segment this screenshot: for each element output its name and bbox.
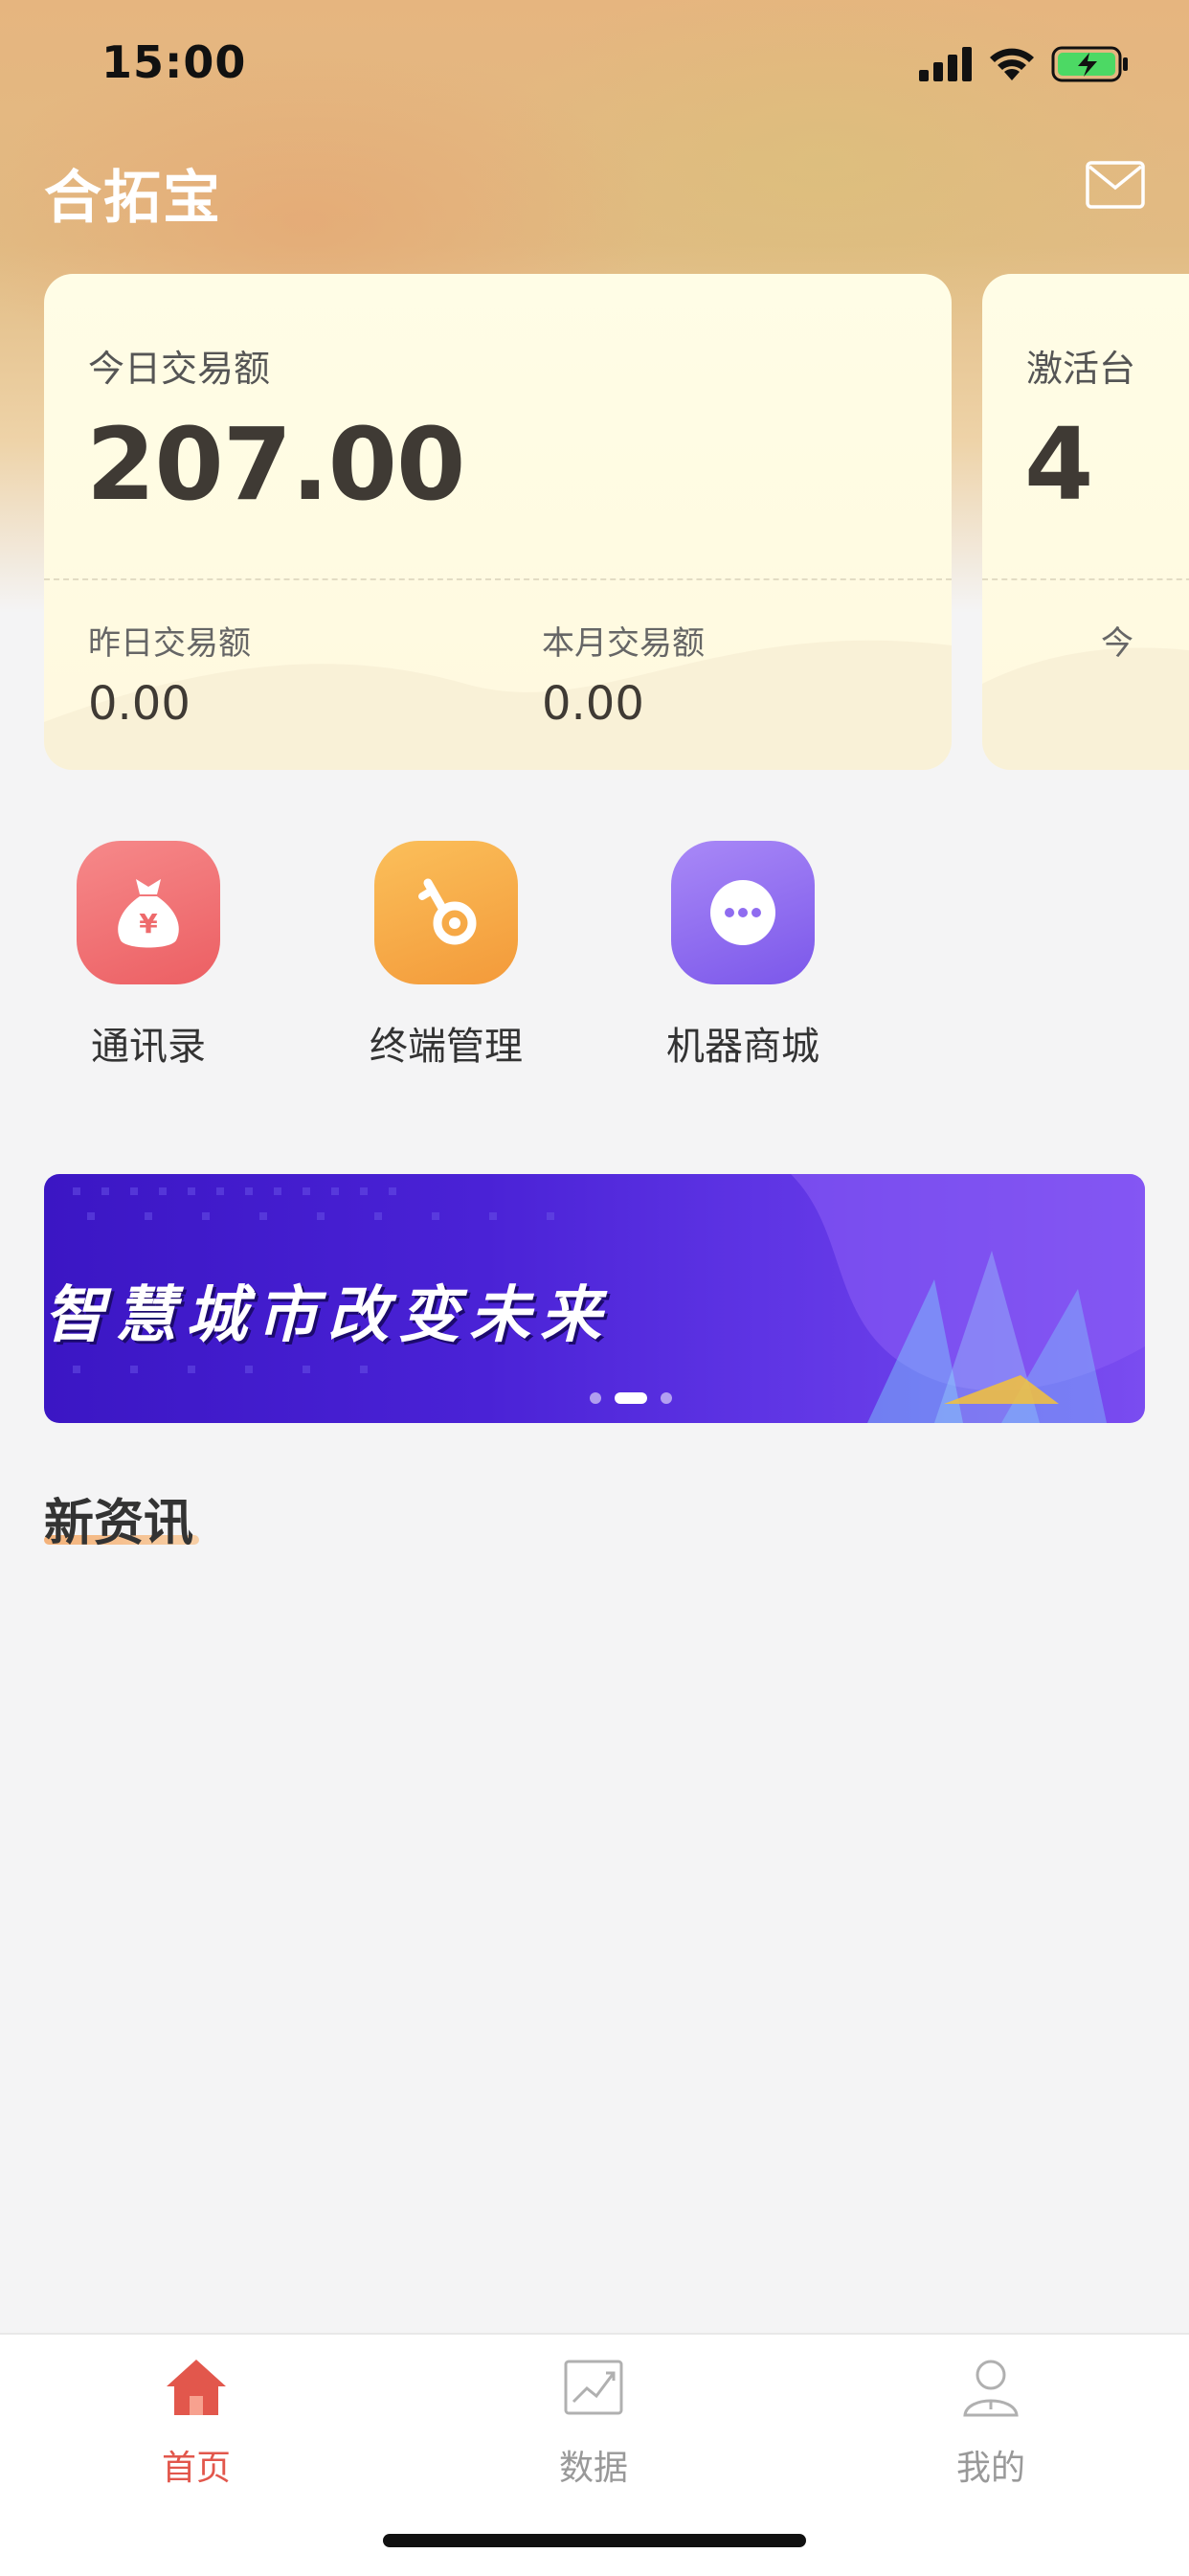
- user-icon: [963, 2360, 1019, 2417]
- card-value: 4: [1024, 406, 1093, 523]
- chart-icon: [564, 2360, 623, 2415]
- home-indicator: [383, 2534, 806, 2547]
- quick-item-label: 终端管理: [370, 1025, 523, 1069]
- card-label: 激活台: [1026, 348, 1136, 390]
- tab-home[interactable]: 首页: [101, 2354, 292, 2490]
- status-time: 15:00: [101, 36, 247, 88]
- svg-text:¥: ¥: [139, 908, 158, 939]
- status-icons: [919, 42, 1130, 86]
- mail-button[interactable]: [1086, 161, 1145, 209]
- pagination-dot[interactable]: [590, 1392, 601, 1404]
- quick-item-label: 通讯录: [91, 1025, 206, 1069]
- card-divider: [44, 578, 952, 580]
- app-title: 合拓宝: [44, 165, 222, 232]
- app-header: 合拓宝: [0, 144, 1189, 239]
- sub-stat-month: 本月交易额 0.00: [542, 617, 705, 731]
- banner-pagination: [590, 1392, 672, 1404]
- tab-label: 首页: [161, 2449, 231, 2488]
- tab-label: 我的: [955, 2449, 1025, 2488]
- battery-icon: [1051, 46, 1128, 82]
- card-wave-decoration: [982, 647, 1189, 770]
- home-icon: [167, 2360, 226, 2415]
- tab-label: 数据: [558, 2449, 628, 2488]
- money-bag-icon: ¥: [77, 841, 220, 984]
- quick-item-store[interactable]: 机器商城: [628, 841, 858, 1071]
- card-divider: [982, 578, 1189, 580]
- quick-menu: ¥ 通讯录 终端管理 机器商城: [0, 841, 1189, 1071]
- sub-stat-value: 0.00: [88, 677, 191, 731]
- mail-icon: [1086, 161, 1145, 209]
- key-icon: [374, 841, 518, 984]
- more-dots-icon: [671, 841, 815, 984]
- stats-carousel[interactable]: 今日交易额 207.00 昨日交易额 0.00 本月交易额 0.00 激活台 4…: [44, 274, 1189, 772]
- sub-stat-label: 本月交易额: [542, 624, 705, 663]
- news-section-title: 新资讯: [44, 1495, 194, 1552]
- pagination-dot-active[interactable]: [615, 1392, 647, 1404]
- banner-text: 智慧城市改变未来: [44, 1280, 611, 1351]
- signal-icon: [919, 47, 972, 81]
- sub-stat-value: 0.00: [542, 677, 644, 731]
- quick-item-label: 机器商城: [666, 1025, 819, 1069]
- promo-banner[interactable]: 智慧城市改变未来: [44, 1174, 1145, 1423]
- tab-profile[interactable]: 我的: [895, 2354, 1087, 2490]
- tab-data[interactable]: 数据: [498, 2354, 689, 2490]
- stat-card-activation[interactable]: 激活台 4 今: [982, 274, 1189, 770]
- pagination-dot[interactable]: [661, 1392, 672, 1404]
- stat-card-today[interactable]: 今日交易额 207.00 昨日交易额 0.00 本月交易额 0.00: [44, 274, 952, 770]
- sub-stat-today: 今: [1101, 617, 1133, 664]
- status-bar: 15:00: [0, 0, 1189, 126]
- wifi-icon: [990, 48, 1034, 80]
- sub-stat-label: 昨日交易额: [88, 624, 251, 663]
- card-value: 207.00: [86, 406, 465, 523]
- quick-item-contacts[interactable]: ¥ 通讯录: [34, 841, 263, 1071]
- sub-stat-yesterday: 昨日交易额 0.00: [88, 617, 251, 731]
- card-label: 今日交易额: [88, 348, 271, 390]
- sub-stat-label: 今: [1101, 624, 1133, 663]
- quick-item-terminal[interactable]: 终端管理: [331, 841, 561, 1071]
